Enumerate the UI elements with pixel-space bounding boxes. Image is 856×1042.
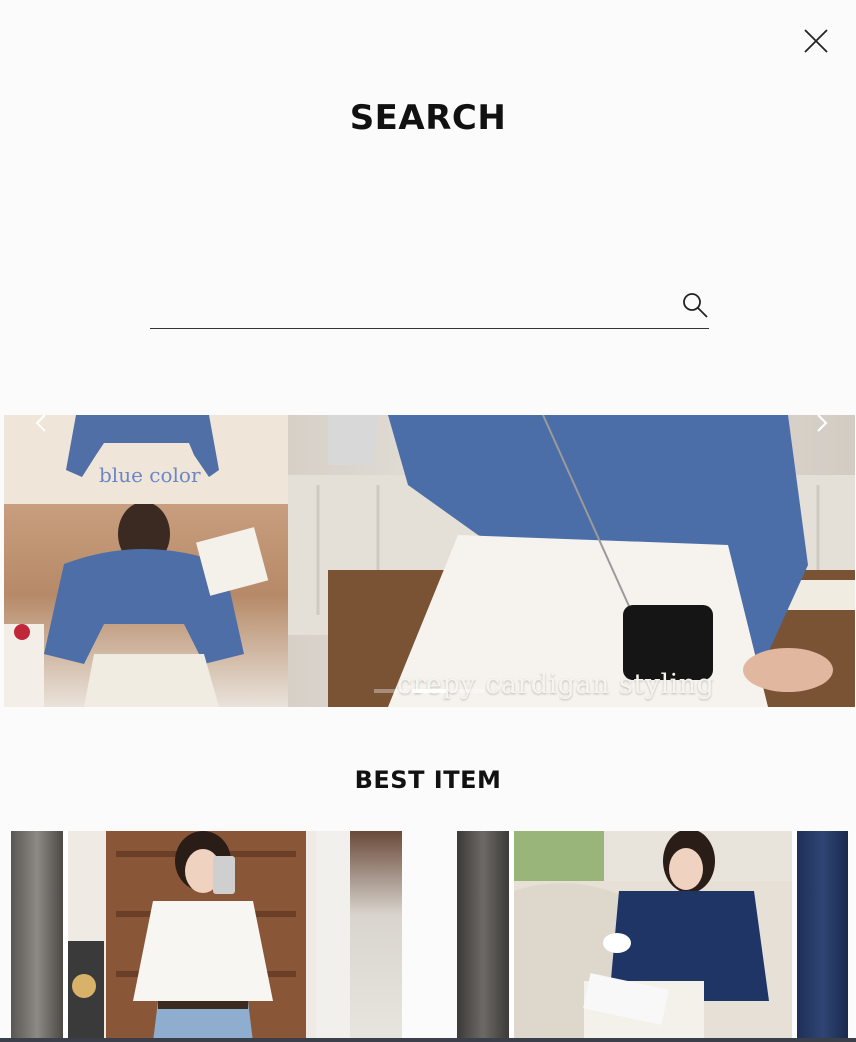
banner-caption: crepy cardigan styling: [397, 669, 715, 700]
best-item-title: BEST ITEM: [354, 766, 502, 794]
search-button[interactable]: [681, 291, 709, 319]
banner-model-photo: [4, 502, 288, 707]
banner-dot-active[interactable]: [412, 689, 446, 693]
banner-next-button[interactable]: [809, 415, 833, 435]
page-title: SEARCH: [349, 98, 507, 138]
product-card[interactable]: [11, 831, 402, 1042]
banner-pagination: [374, 689, 484, 693]
close-icon: [804, 29, 828, 53]
white-blouse-image: [68, 831, 350, 1042]
product-card[interactable]: [457, 831, 848, 1042]
bottom-bar: [0, 1038, 856, 1042]
banner-label: blue color: [99, 463, 201, 487]
product-image-main: [68, 831, 350, 1042]
banner-left-image: blue color: [4, 415, 288, 707]
banner-dot[interactable]: [374, 689, 408, 693]
close-button[interactable]: [801, 26, 831, 56]
product-image-right: [797, 831, 848, 1042]
banner-dot[interactable]: [450, 689, 484, 693]
product-image-right: [350, 831, 402, 1042]
search-input[interactable]: [150, 283, 670, 328]
chevron-left-icon: [35, 415, 46, 432]
navy-blouse-image: [514, 831, 792, 1042]
product-image-left: [11, 831, 63, 1042]
search-icon: [683, 293, 708, 318]
search-bar: [150, 283, 709, 329]
product-image-main: [514, 831, 792, 1042]
chevron-right-icon: [817, 415, 828, 432]
banner-main-photo: [288, 415, 855, 707]
promo-banner[interactable]: blue color crepy cardigan styling: [4, 415, 855, 707]
model-image: [4, 502, 269, 707]
banner-prev-button[interactable]: [30, 415, 54, 435]
product-image-left: [457, 831, 509, 1042]
styling-image: [288, 415, 855, 707]
